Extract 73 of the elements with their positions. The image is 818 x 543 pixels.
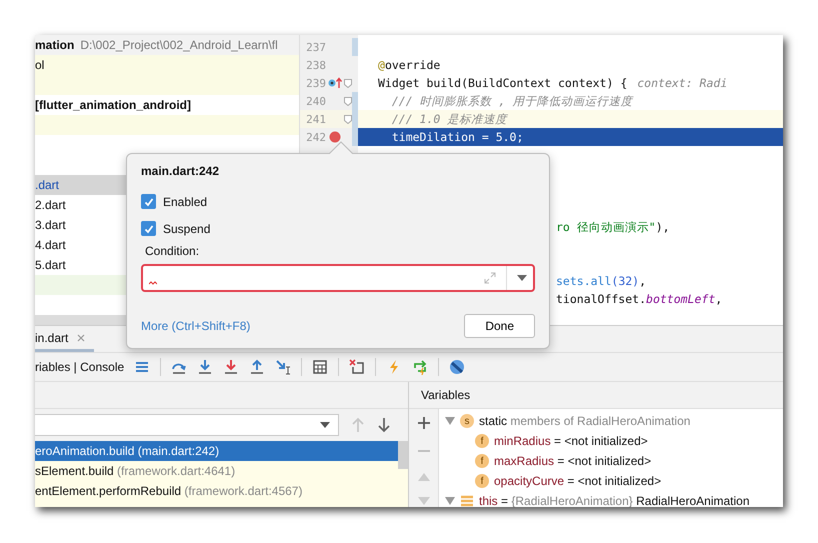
stack-frame[interactable]: entElement.performRebuild (framework.dart:4567) bbox=[35, 481, 398, 501]
expand-arrow-icon[interactable] bbox=[445, 417, 455, 425]
error-squiggle-icon bbox=[149, 281, 157, 285]
plus-icon[interactable] bbox=[418, 417, 430, 429]
dart-devtools-icon[interactable] bbox=[449, 359, 466, 375]
project-path: D:\002_Project\002_Android_Learn\fl bbox=[80, 38, 278, 52]
line-number: 239 bbox=[305, 76, 326, 90]
checkbox-label: Suspend bbox=[163, 222, 210, 236]
caret-icon[interactable] bbox=[320, 422, 330, 428]
fold-marker-icon[interactable] bbox=[344, 96, 352, 106]
popup-title: main.dart:242 bbox=[141, 164, 220, 178]
line-number: 240 bbox=[305, 94, 326, 108]
line-number: 242 bbox=[305, 130, 326, 144]
field-icon: f bbox=[475, 474, 489, 488]
fold-marker-icon[interactable] bbox=[344, 78, 352, 88]
arrow-down-icon[interactable] bbox=[377, 417, 391, 433]
code-line: /// 时间膨胀系数 , 用于降低动画运行速度 bbox=[390, 94, 632, 108]
condition-field[interactable] bbox=[141, 264, 535, 292]
condition-label: Condition: bbox=[145, 244, 200, 258]
expand-icon[interactable] bbox=[484, 272, 496, 284]
force-step-into-icon[interactable] bbox=[223, 359, 240, 375]
checkbox[interactable] bbox=[141, 221, 156, 236]
override-marker-icon[interactable] bbox=[328, 77, 342, 89]
change-marker[interactable] bbox=[352, 92, 358, 110]
code-line: Widget build(BuildContext context) { context: Radi bbox=[378, 76, 728, 90]
dropdown-caret-icon[interactable] bbox=[517, 275, 527, 281]
breakpoint-icon[interactable] bbox=[329, 131, 341, 143]
view-tabs[interactable]: riables | Console bbox=[35, 360, 124, 374]
code-line: sets.all(32), bbox=[556, 274, 646, 288]
stack-frame[interactable]: eroAnimation.build (main.dart:242) bbox=[35, 441, 398, 461]
code-line: /// 1.0 是标准速度 bbox=[390, 112, 508, 126]
hot-restart-icon[interactable] bbox=[412, 359, 428, 375]
run-to-cursor-icon[interactable] bbox=[275, 359, 292, 375]
object-icon bbox=[460, 494, 474, 507]
close-icon[interactable] bbox=[76, 332, 86, 342]
checkmark-icon bbox=[142, 222, 154, 234]
code-line: @override bbox=[378, 58, 440, 72]
up-icon[interactable] bbox=[418, 473, 430, 481]
code-line: ro 径向动画演示"), bbox=[556, 220, 670, 234]
done-button[interactable]: Done bbox=[464, 314, 535, 338]
down-icon[interactable] bbox=[418, 497, 430, 505]
variable-entry[interactable]: static members of RadialHeroAnimation bbox=[479, 414, 690, 428]
expand-arrow-icon[interactable] bbox=[445, 497, 455, 505]
line-number: 241 bbox=[305, 112, 326, 126]
line-number: 237 bbox=[305, 40, 326, 54]
project-name: mation bbox=[35, 38, 74, 52]
code-line: timeDilation = 5.0; bbox=[390, 130, 524, 144]
field-icon: f bbox=[475, 454, 489, 468]
change-marker[interactable] bbox=[352, 128, 358, 146]
tree-item[interactable]: ol bbox=[35, 55, 299, 75]
step-into-icon[interactable] bbox=[197, 359, 214, 375]
code-line: tionalOffset.bottomLeft, bbox=[556, 292, 722, 306]
line-number: 238 bbox=[305, 58, 326, 72]
change-marker[interactable] bbox=[352, 38, 358, 56]
stack-frame[interactable]: sElement.build (framework.dart:4641) bbox=[35, 461, 398, 481]
more-link[interactable]: More (Ctrl+Shift+F8) bbox=[141, 319, 250, 333]
variables-title: Variables bbox=[421, 388, 470, 402]
step-out-icon[interactable] bbox=[249, 359, 266, 375]
static-icon: s bbox=[460, 414, 474, 428]
checkbox[interactable] bbox=[141, 194, 156, 209]
field-icon: f bbox=[475, 434, 489, 448]
remove-breakpoints-icon[interactable] bbox=[349, 359, 366, 375]
scrollbar[interactable] bbox=[398, 441, 408, 469]
variable-entry[interactable]: minRadius = <not initialized> bbox=[494, 434, 648, 448]
checkbox-label: Enabled bbox=[163, 194, 208, 208]
arrow-up-icon[interactable] bbox=[351, 417, 365, 433]
variable-entry[interactable]: maxRadius = <not initialized> bbox=[494, 454, 652, 468]
variable-entry[interactable]: opacityCurve = <not initialized> bbox=[494, 474, 662, 488]
calculator-icon[interactable] bbox=[312, 359, 328, 375]
menu-icon[interactable] bbox=[134, 359, 150, 375]
fold-marker-icon[interactable] bbox=[344, 114, 352, 124]
checkmark-icon bbox=[142, 196, 154, 208]
file-tab[interactable]: in.dart bbox=[35, 326, 94, 352]
